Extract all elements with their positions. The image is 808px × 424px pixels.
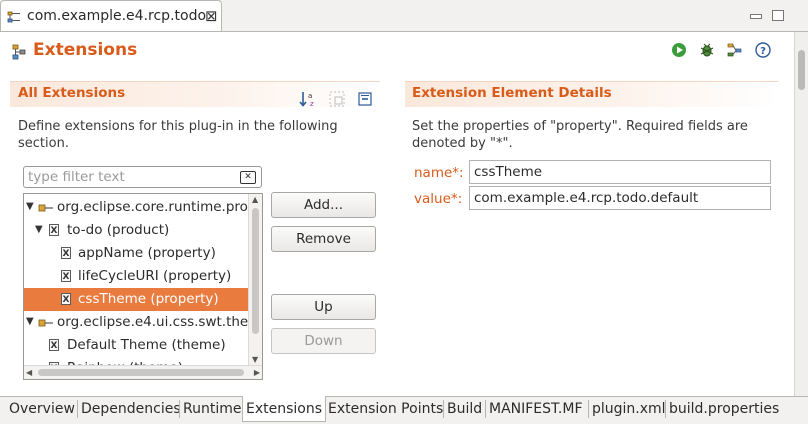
filter-field[interactable]: ✕	[23, 166, 262, 188]
tab-manifest-mf[interactable]: MANIFEST.MF	[486, 398, 586, 420]
scroll-right-icon[interactable]: ▶	[254, 368, 260, 377]
plugin-manifest-icon	[7, 11, 20, 23]
tree-item-label: to-do (product)	[67, 222, 170, 238]
tab-dependencies[interactable]: Dependencies	[78, 398, 184, 420]
tab-bar-background	[222, 0, 808, 31]
tab-extensions[interactable]: Extensions	[242, 396, 327, 422]
help-icon[interactable]: ?	[755, 42, 771, 58]
clear-filter-icon[interactable]: ✕	[240, 171, 256, 184]
expanded-twistie-icon[interactable]: ▼	[26, 201, 34, 212]
tree-item-label: org.eclipse.e4.ui.css.swt.theme	[57, 314, 263, 330]
scroll-down-icon[interactable]: ▼	[252, 355, 258, 364]
page-title: Extensions	[33, 40, 138, 60]
tree-item-selected[interactable]: X cssTheme (property)	[24, 288, 249, 311]
minimize-icon[interactable]	[750, 14, 762, 19]
run-icon[interactable]	[671, 42, 687, 58]
down-button[interactable]: Down	[271, 328, 376, 354]
up-button[interactable]: Up	[271, 294, 376, 320]
name-input[interactable]	[470, 161, 770, 183]
value-input[interactable]	[470, 187, 770, 209]
extensions-tree[interactable]: ▼ org.eclipse.core.runtime.products ▼ X …	[23, 193, 263, 380]
form-vertical-scrollbar[interactable]	[794, 32, 808, 396]
svg-text:z: z	[310, 100, 314, 108]
tab-build[interactable]: Build	[444, 398, 485, 420]
sort-icon[interactable]: a z	[299, 90, 317, 108]
tree-item[interactable]: ▼ org.eclipse.core.runtime.products	[24, 196, 262, 219]
tab-overview[interactable]: Overview	[6, 398, 78, 420]
scrollbar-thumb[interactable]	[798, 50, 805, 90]
scrollbar-thumb[interactable]	[38, 369, 244, 376]
editor-tab[interactable]: com.example.e4.rcp.todo ⊠	[0, 0, 222, 32]
tab-build-properties[interactable]: build.properties	[666, 398, 782, 420]
tree-item-label: org.eclipse.core.runtime.products	[57, 199, 263, 215]
tree-item[interactable]: ▼ org.eclipse.e4.ui.css.swt.theme	[24, 311, 262, 334]
value-label: value*:	[414, 191, 463, 207]
close-icon[interactable]: ⊠	[205, 7, 218, 25]
element-icon: X	[61, 293, 71, 305]
tree-item-label: Default Theme (theme)	[67, 337, 226, 353]
expand-all-icon[interactable]	[329, 91, 345, 107]
tree-vertical-scrollbar[interactable]: ▲ ▼	[248, 194, 262, 365]
extensions-icon	[12, 44, 26, 60]
collapse-all-icon[interactable]	[357, 91, 373, 107]
tree-item[interactable]: X appName (property)	[24, 242, 249, 265]
name-label: name*:	[414, 165, 464, 181]
tree-item-label: appName (property)	[78, 245, 216, 261]
tree-item[interactable]: ▼ X to-do (product)	[24, 219, 249, 242]
extension-plug-icon	[38, 319, 53, 327]
element-icon: X	[49, 224, 59, 236]
expanded-twistie-icon[interactable]: ▼	[26, 316, 34, 327]
element-icon: X	[61, 270, 71, 282]
scrollbar-thumb[interactable]	[252, 208, 259, 334]
tab-runtime[interactable]: Runtime	[180, 398, 244, 420]
details-title: Extension Element Details	[412, 85, 612, 101]
debug-icon[interactable]	[699, 42, 715, 58]
svg-text:?: ?	[760, 46, 766, 57]
tree-item[interactable]: X Default Theme (theme)	[24, 334, 249, 357]
maximize-icon[interactable]	[772, 10, 784, 21]
editor-tab-title: com.example.e4.rcp.todo	[27, 8, 207, 24]
details-description: Set the properties of "property". Requir…	[412, 119, 748, 151]
remove-button[interactable]: Remove	[271, 226, 376, 252]
tree-item[interactable]: X lifeCycleURI (property)	[24, 265, 249, 288]
tree-horizontal-scrollbar[interactable]: ◀ ▶	[24, 365, 262, 379]
tab-extension-points[interactable]: Extension Points	[325, 398, 446, 420]
tree-item-label: cssTheme (property)	[78, 291, 219, 307]
tab-plugin-xml[interactable]: plugin.xml	[589, 398, 669, 420]
scroll-left-icon[interactable]: ◀	[26, 368, 32, 377]
all-extensions-title: All Extensions	[18, 85, 126, 101]
all-extensions-description: Define extensions for this plug-in in th…	[18, 119, 338, 151]
expanded-twistie-icon[interactable]: ▼	[35, 224, 43, 235]
extension-plug-icon	[38, 204, 53, 212]
tree-item-label: lifeCycleURI (property)	[78, 268, 232, 284]
scroll-up-icon[interactable]: ▲	[252, 195, 258, 204]
svg-text:a: a	[308, 92, 312, 100]
value-field[interactable]	[469, 186, 771, 210]
plugin-tools-icon[interactable]	[727, 42, 743, 58]
name-field[interactable]	[469, 160, 771, 184]
filter-input[interactable]	[28, 169, 233, 185]
add-button[interactable]: Add...	[271, 192, 376, 218]
element-icon: X	[49, 339, 59, 351]
element-icon: X	[61, 247, 71, 259]
